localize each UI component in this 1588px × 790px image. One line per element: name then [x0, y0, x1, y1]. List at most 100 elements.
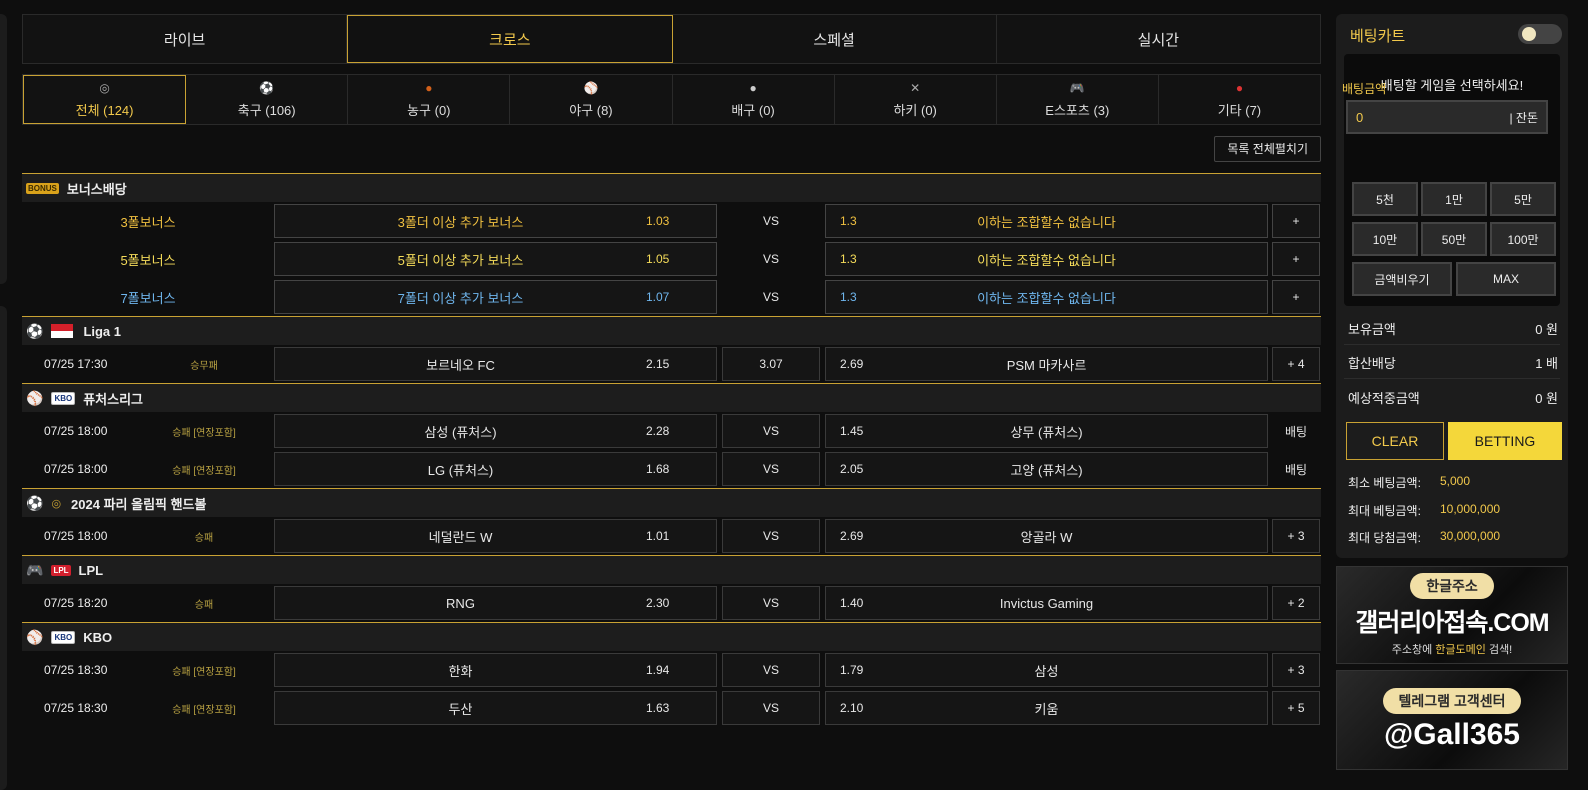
league-section: ⚾ KBO 퓨처스리그 07/25 18:00 승패 [연장포함] 삼성 (퓨처… [22, 383, 1321, 488]
home-odds-button[interactable]: 네덜란드 W 1.01 [274, 519, 717, 553]
league-title: KBO [83, 629, 113, 645]
bet-amount-input[interactable]: 0 | 잔돈 [1346, 100, 1548, 134]
expand-all-button[interactable]: 목록 전체펼치기 [1214, 136, 1321, 162]
home-team: 7폴더 이상 추가 보너스 [397, 290, 524, 306]
clear-amount-button[interactable]: 금액비우기 [1352, 262, 1452, 296]
telegram-banner[interactable]: 텔레그램 고객센터 @Gall365 [1336, 670, 1568, 770]
sport-tab-all[interactable]: ◎ 전체 (124) [23, 75, 187, 124]
away-odds-button[interactable]: 2.10 키움 [825, 691, 1268, 725]
more-markets-button[interactable]: + 5 [1272, 691, 1320, 725]
more-markets-button[interactable]: + [1272, 204, 1320, 238]
league-section: 🎮 LPL LPL 07/25 18:20 승패 RNG 2.30 VS 1.40… [22, 555, 1321, 622]
draw-odds-button[interactable]: 3.07 [722, 347, 820, 381]
tab-special[interactable]: 스페셜 [673, 15, 997, 63]
home-odds: 2.15 [646, 357, 670, 371]
sport-tab-basketball[interactable]: ● 농구 (0) [348, 75, 511, 124]
olympic-logo-icon: ◎ [51, 497, 62, 510]
stat-label: 보유금액 [1348, 322, 1396, 337]
away-odds: 2.69 [840, 529, 864, 543]
banner-highlight: 한글도메인 [1435, 644, 1486, 656]
list-toolbar: 목록 전체펼치기 [22, 125, 1321, 173]
home-odds-button[interactable]: 두산 1.63 [274, 691, 717, 725]
tab-live[interactable]: 라이브 [23, 15, 348, 63]
more-markets-button[interactable]: + 3 [1272, 653, 1320, 687]
more-markets-button[interactable]: + 3 [1272, 519, 1320, 553]
max-button[interactable]: MAX [1456, 262, 1556, 296]
cart-toggle[interactable] [1518, 24, 1562, 44]
market-type: 승패 [연장포함] [172, 465, 236, 477]
change-button[interactable]: | 잔돈 [1509, 109, 1538, 126]
away-odds: 1.3 [840, 252, 857, 266]
stat-value: 1 배 [1535, 356, 1558, 371]
volleyball-icon: ● [749, 81, 757, 95]
side-panel-edge [0, 306, 7, 790]
quick-amount-button[interactable]: 1만 [1421, 182, 1487, 216]
more-markets-button[interactable]: + [1272, 280, 1320, 314]
bet-link[interactable]: 배팅 [1272, 452, 1320, 486]
home-team: LG (퓨처스) [427, 462, 494, 478]
banner-text: 검색! [1485, 644, 1513, 656]
home-odds-button[interactable]: 삼성 (퓨처스) 2.28 [274, 414, 717, 448]
more-markets-button[interactable]: + [1272, 242, 1320, 276]
home-odds-button[interactable]: LG (퓨처스) 1.68 [274, 452, 717, 486]
sport-tab-hockey[interactable]: ✕ 하키 (0) [835, 75, 997, 124]
league-header: ⚽ Liga 1 [22, 317, 1321, 345]
quick-amount-button[interactable]: 10만 [1352, 222, 1418, 256]
domain-banner[interactable]: 한글주소 갤러리아접속.COM 주소창에 한글도메인 검색! [1336, 566, 1568, 664]
home-odds-button[interactable]: 한화 1.94 [274, 653, 717, 687]
away-odds-button[interactable]: 1.79 삼성 [825, 653, 1268, 687]
home-odds-button[interactable]: 7폴더 이상 추가 보너스 1.07 [274, 280, 717, 314]
away-odds-button[interactable]: 1.3 이하는 조합할수 없습니다 [825, 204, 1268, 238]
sport-tab-label: 하키 (0) [893, 103, 937, 118]
home-odds-button[interactable]: 3폴더 이상 추가 보너스 1.03 [274, 204, 717, 238]
toggle-knob [1522, 27, 1536, 41]
vs-label: VS [722, 519, 820, 553]
lpl-logo: LPL [51, 564, 71, 576]
tab-cross[interactable]: 크로스 [347, 15, 673, 63]
sport-tab-esports[interactable]: 🎮 E스포츠 (3) [997, 75, 1159, 124]
away-odds-button[interactable]: 2.69 PSM 마카사르 [825, 347, 1268, 381]
sport-tab-etc[interactable]: ● 기타 (7) [1159, 75, 1320, 124]
more-markets-button[interactable]: + 2 [1272, 586, 1320, 620]
quick-amount-button[interactable]: 100만 [1490, 222, 1556, 256]
home-team: 5폴더 이상 추가 보너스 [397, 252, 524, 268]
away-odds-button[interactable]: 2.69 앙골라 W [825, 519, 1268, 553]
away-odds: 2.69 [840, 357, 864, 371]
olympic-rings-icon: ◎ [99, 81, 110, 95]
quick-amount-button[interactable]: 5만 [1490, 182, 1556, 216]
sport-tab-baseball[interactable]: ⚾ 야구 (8) [510, 75, 673, 124]
baseball-icon: ⚾ [26, 389, 44, 406]
away-odds-button[interactable]: 2.05 고양 (퓨처스) [825, 452, 1268, 486]
sport-tab-soccer[interactable]: ⚽ 축구 (106) [186, 75, 349, 124]
quick-amount-button[interactable]: 5천 [1352, 182, 1418, 216]
match-time: 07/25 18:00 [44, 529, 108, 543]
bonus-section: BONUS 보너스배당 3폴보너스 3폴더 이상 추가 보너스 1.03 VS 1… [22, 173, 1321, 316]
away-odds-button[interactable]: 1.40 Invictus Gaming [825, 586, 1268, 620]
sport-tab-label: 야구 (8) [569, 103, 613, 118]
more-markets-button[interactable]: + 4 [1272, 347, 1320, 381]
sport-tab-label: 축구 (106) [237, 103, 296, 118]
home-odds-button[interactable]: RNG 2.30 [274, 586, 717, 620]
away-odds-button[interactable]: 1.3 이하는 조합할수 없습니다 [825, 242, 1268, 276]
home-odds: 1.03 [646, 214, 670, 228]
home-odds-button[interactable]: 보르네오 FC 2.15 [274, 347, 717, 381]
tab-realtime[interactable]: 실시간 [997, 15, 1320, 63]
betting-button[interactable]: BETTING [1448, 422, 1562, 460]
baseball-icon: ⚾ [26, 628, 44, 645]
away-odds-button[interactable]: 1.45 상무 (퓨처스) [825, 414, 1268, 448]
vs-label: VS [722, 452, 820, 486]
home-team: 네덜란드 W [428, 529, 493, 545]
market-type: 승패 [연장포함] [172, 427, 236, 439]
kbo-logo: KBO [51, 391, 76, 405]
away-odds-button[interactable]: 1.3 이하는 조합할수 없습니다 [825, 280, 1268, 314]
quick-amount-button[interactable]: 50만 [1421, 222, 1487, 256]
limit-label: 최대 베팅금액: [1348, 504, 1421, 518]
sport-tab-volleyball[interactable]: ● 배구 (0) [673, 75, 835, 124]
expected-win: 예상적중금액 0 원 [1348, 388, 1558, 407]
limit-label: 최대 당첨금액: [1348, 531, 1421, 545]
bet-cart: 베팅카트 배팅할 게임을 선택하세요! 배팅금액 0 | 잔돈 5천 1만 5만… [1336, 14, 1568, 558]
market-type: 승패 [연장포함] [172, 704, 236, 716]
home-odds-button[interactable]: 5폴더 이상 추가 보너스 1.05 [274, 242, 717, 276]
bet-link[interactable]: 배팅 [1272, 414, 1320, 448]
clear-button[interactable]: CLEAR [1346, 422, 1444, 460]
